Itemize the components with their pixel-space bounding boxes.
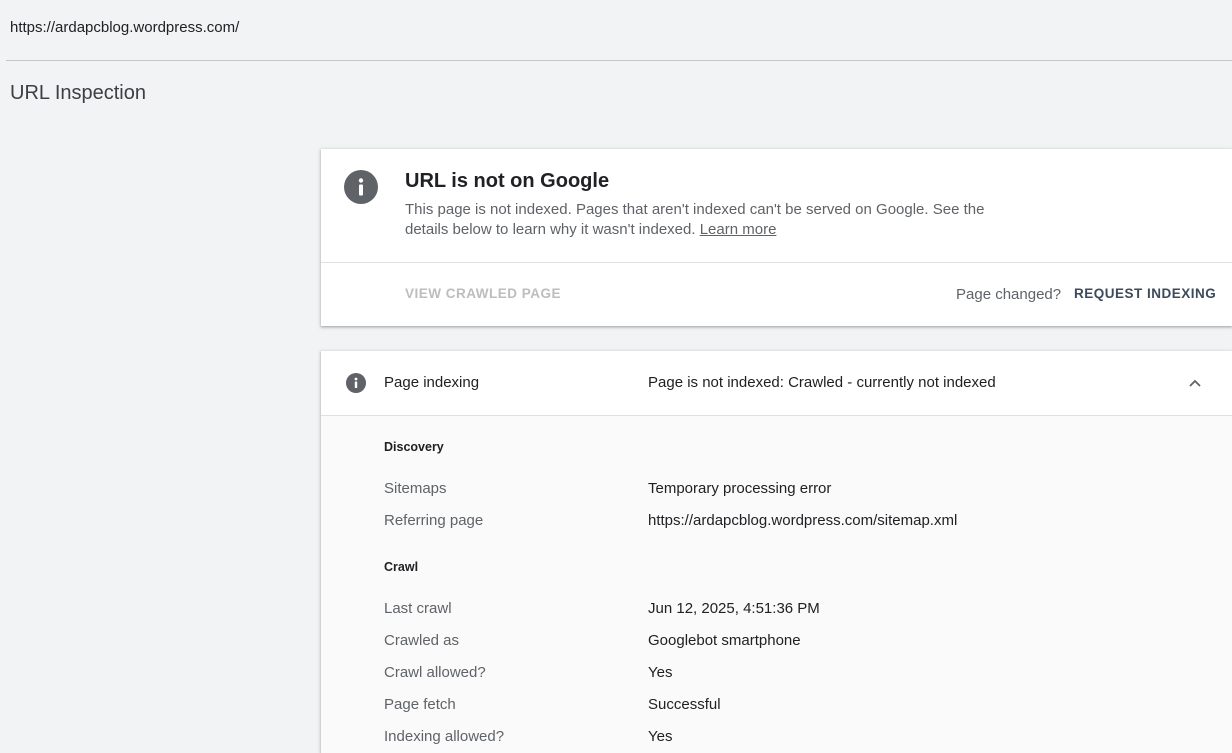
crawl-allowed-value: Yes (648, 664, 673, 681)
header-divider (6, 60, 1232, 61)
learn-more-link[interactable]: Learn more (700, 221, 777, 238)
top-bar: https://ardapcblog.wordpress.com/ (0, 0, 1232, 61)
crawl-allowed-label: Crawl allowed? (384, 664, 486, 681)
indexing-allowed-label: Indexing allowed? (384, 728, 505, 745)
status-divider (321, 262, 1232, 263)
status-description-text: This page is not indexed. Pages that are… (405, 201, 985, 238)
discovery-heading: Discovery (384, 440, 444, 454)
page-fetch-label: Page fetch (384, 696, 456, 713)
page-indexing-header[interactable]: Page indexing Page is not indexed: Crawl… (321, 351, 1232, 416)
status-description: This page is not indexed. Pages that are… (405, 200, 1005, 240)
page-changed-label: Page changed? (956, 286, 1062, 303)
last-crawl-label: Last crawl (384, 600, 452, 617)
status-card: URL is not on Google This page is not in… (321, 149, 1232, 326)
crawled-as-value: Googlebot smartphone (648, 632, 801, 649)
sitemaps-value: Temporary processing error (648, 480, 832, 497)
page-indexing-label: Page indexing (384, 374, 480, 391)
page-fetch-value: Successful (648, 696, 721, 713)
crawl-heading: Crawl (384, 560, 419, 574)
last-crawl-value: Jun 12, 2025, 4:51:36 PM (648, 600, 820, 617)
request-indexing-button[interactable]: REQUEST INDEXING (1074, 286, 1216, 301)
page-title: URL Inspection (10, 82, 146, 104)
sitemaps-label: Sitemaps (384, 480, 447, 497)
view-crawled-page-button[interactable]: VIEW CRAWLED PAGE (405, 286, 561, 301)
page-indexing-status: Page is not indexed: Crawled - currently… (648, 374, 996, 391)
info-icon (346, 373, 366, 393)
referring-page-value[interactable]: https://ardapcblog.wordpress.com/sitemap… (648, 512, 957, 529)
inspected-url[interactable]: https://ardapcblog.wordpress.com/ (10, 19, 239, 36)
crawled-as-label: Crawled as (384, 632, 460, 649)
referring-page-label: Referring page (384, 512, 484, 529)
page-indexing-card: Page indexing Page is not indexed: Crawl… (321, 351, 1232, 753)
info-icon (344, 170, 378, 204)
indexing-allowed-value: Yes (648, 728, 673, 745)
chevron-up-icon[interactable] (1187, 375, 1203, 391)
status-title: URL is not on Google (405, 170, 610, 192)
